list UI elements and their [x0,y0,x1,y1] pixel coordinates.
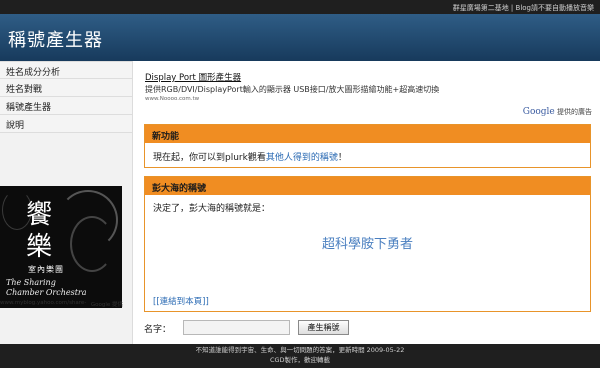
ad-english-name-1: The Sharing [6,278,56,287]
news-box-heading: 新功能 [145,125,590,143]
result-decided-text: 決定了，彭大海的稱號就是： [153,204,271,214]
news-plurk-link[interactable]: 其他人得到的稱號 [266,153,338,163]
google-ads-badge[interactable]: Google 提供的廣告 [523,107,592,117]
text-ad-description: 提供RGB/DVI/DisplayPort輸入的顯示器 USB接口/放大圖形描繪… [145,85,440,94]
footer-line-2: CGD製作，歡迎轉載 [269,355,331,364]
ad-logo-char-2: 樂 [26,232,53,262]
name-input[interactable] [183,320,290,335]
site-header: 稱號產生器 [0,14,600,61]
sidebar-item-help[interactable]: 說明 [0,115,132,133]
sidebar-ad-url[interactable]: www.myblog.yahoo.com/share- [0,300,86,306]
ad-english-name-2: Chamber Orchestra [6,288,87,297]
generate-nickname-button[interactable]: 產生稱號 [298,320,349,335]
site-footer: 不知道誰能得到宇宙、生命、與一切問題的答案，更新時間 2009-05-22 CG… [0,344,600,368]
news-text-after: ！ [337,153,347,163]
sidebar-ad-google-tag[interactable]: Google 提供 [91,300,123,308]
permalink[interactable]: [[連結到本頁]] [153,295,209,307]
topbar-link-blog[interactable]: Blog請不要自動播放音樂 [516,4,594,12]
news-text-before: 現在起，你可以到plurk觀看 [153,153,266,163]
sidebar-item-name-analysis[interactable]: 姓名成分分析 [0,61,132,79]
top-bar: 群星廣場第二基地 | Blog請不要自動播放音樂 [0,0,600,14]
news-box: 新功能 現在起，你可以到plurk觀看其他人得到的稱號！ [144,124,591,168]
sidebar-item-name-battle[interactable]: 姓名對戰 [0,79,132,97]
ornament-swirl [70,216,114,272]
site-title[interactable]: 稱號產生器 [8,26,103,52]
topbar-link-square[interactable]: 群星廣場第二基地 [453,4,509,12]
ad-chinese-name: 室內樂團 [28,265,64,274]
footer-line-1: 不知道誰能得到宇宙、生命、與一切問題的答案，更新時間 2009-05-22 [195,346,405,354]
google-ads-text: 提供的廣告 [557,108,592,116]
result-box-heading: 彭大海的稱號 [145,177,590,195]
sidebar-item-nickname-generator[interactable]: 稱號產生器 [0,97,132,115]
topbar-separator: | [508,4,516,12]
sidebar-ad-caption: www.myblog.yahoo.com/share- Google 提供 [0,300,125,310]
main-content: Display Port 圖形產生器 提供RGB/DVI/DisplayPort… [134,61,600,344]
text-ad-title[interactable]: Display Port 圖形產生器 [145,71,585,83]
sidebar-ad-image[interactable]: 饗 樂 室內樂團 The Sharing Chamber Orchestra [0,186,122,308]
google-logo: Google [522,107,555,117]
text-ad-url[interactable]: www.Noooo.com.tw [145,96,585,102]
name-label: 名字： [144,325,172,335]
news-box-body: 現在起，你可以到plurk觀看其他人得到的稱號！ [145,143,590,163]
text-ad: Display Port 圖形產生器 提供RGB/DVI/DisplayPort… [145,71,585,102]
result-box: 彭大海的稱號 決定了，彭大海的稱號就是： 超科學胺下勇者 [[連結到本頁]] [144,176,591,312]
name-form: 名字： 產生稱號 [144,320,591,336]
result-nickname: 超科學胺下勇者 [321,237,413,252]
